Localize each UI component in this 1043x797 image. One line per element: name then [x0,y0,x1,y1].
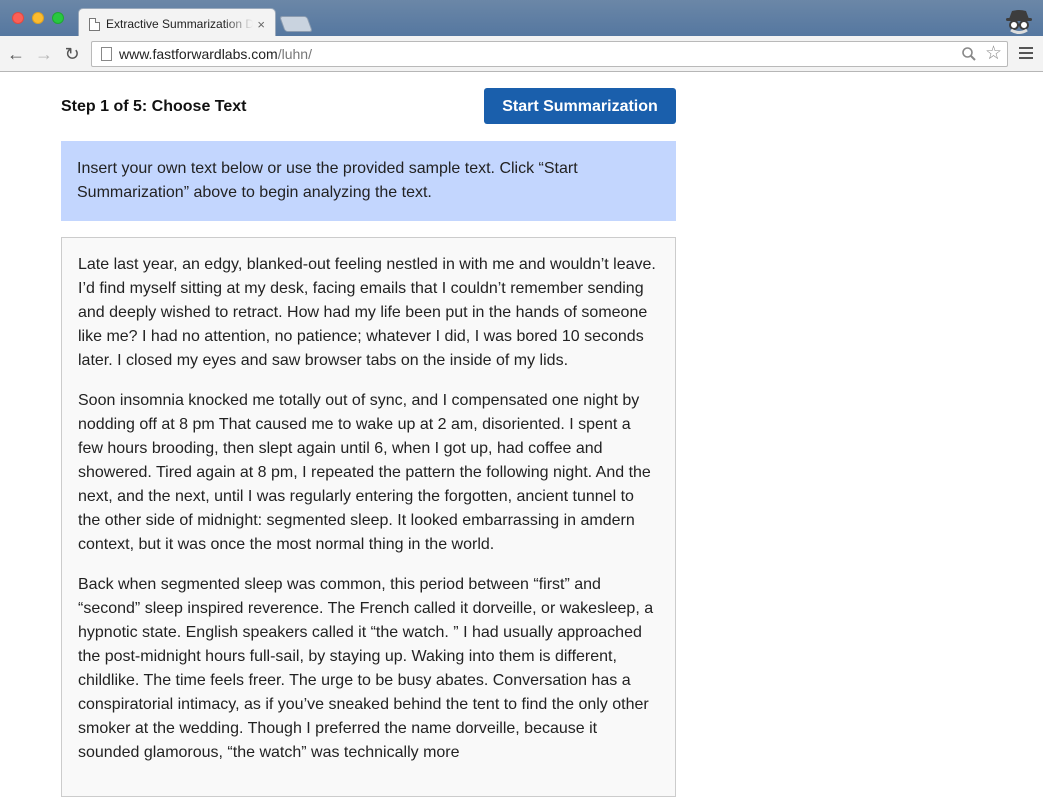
url-path: /luhn/ [277,46,312,62]
minimize-window-button[interactable] [32,12,44,24]
start-summarization-button[interactable]: Start Summarization [484,88,676,124]
browser-toolbar: ← → ↻ www.fastforwardlabs.com/luhn/ ☆ [0,36,1043,72]
star-icon[interactable]: ☆ [985,43,1002,65]
paragraph: Soon insomnia knocked me totally out of … [78,392,651,553]
hamburger-menu-icon[interactable] [1019,47,1033,62]
close-window-button[interactable] [12,12,24,24]
paragraph: Late last year, an edgy, blanked-out fee… [78,256,656,369]
incognito-icon [1006,10,1032,34]
sample-text-editor[interactable]: Late last year, an edgy, blanked-out fee… [61,237,676,797]
page-icon [101,47,112,61]
page-content: Step 1 of 5: Choose Text Start Summariza… [0,72,1043,797]
zoom-window-button[interactable] [52,12,64,24]
search-icon[interactable] [961,46,977,62]
instructions-box: Insert your own text below or use the pr… [61,141,676,221]
step-title: Step 1 of 5: Choose Text [61,98,247,115]
forward-button[interactable]: → [34,44,54,64]
back-button[interactable]: ← [6,44,26,64]
url-text[interactable]: www.fastforwardlabs.com/luhn/ [119,46,312,62]
new-tab-button[interactable] [279,16,313,32]
reload-button[interactable]: ↻ [62,44,82,64]
url-domain: www.fastforwardlabs.com [119,46,278,62]
window-titlebar: Extractive Summarization D × [0,0,1043,37]
browser-tab-active[interactable]: Extractive Summarization D × [78,8,276,37]
address-bar[interactable]: www.fastforwardlabs.com/luhn/ ☆ [91,41,1008,67]
tab-title: Extractive Summarization D [106,17,254,31]
paragraph: Back when segmented sleep was common, th… [78,576,654,761]
tab-close-icon[interactable]: × [257,17,265,32]
document-icon [89,17,100,31]
